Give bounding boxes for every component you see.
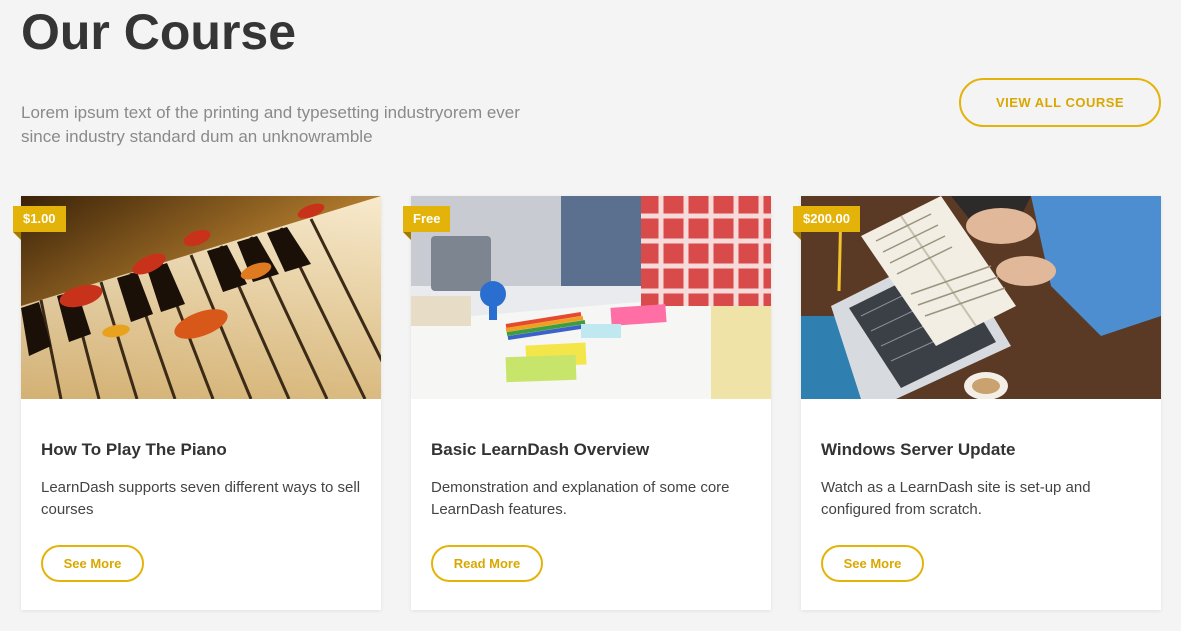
see-more-button[interactable]: See More: [41, 545, 144, 582]
course-image-piano[interactable]: [21, 196, 381, 399]
page-title: Our Course: [21, 4, 297, 60]
read-more-button[interactable]: Read More: [431, 545, 543, 582]
course-image-students[interactable]: [411, 196, 771, 399]
course-title[interactable]: Basic LearnDash Overview: [431, 440, 649, 460]
course-card: $200.00 Windows Server Update Watch as a…: [793, 196, 1161, 610]
price-badge: $1.00: [13, 206, 66, 240]
course-title[interactable]: Windows Server Update: [821, 440, 1015, 460]
course-card: Free Basic LearnDash Overview Demonstrat…: [403, 196, 771, 610]
section-intro: Lorem ipsum text of the printing and typ…: [21, 103, 520, 146]
price-badge: $200.00: [793, 206, 860, 240]
course-description: LearnDash supports seven different ways …: [41, 479, 361, 518]
course-card: $1.00 How To Play The Piano LearnDash su…: [13, 196, 381, 610]
course-description: Demonstration and explanation of some co…: [431, 479, 730, 518]
view-all-course-button[interactable]: VIEW ALL COURSE: [959, 78, 1161, 127]
course-description: Watch as a LearnDash site is set-up and …: [821, 479, 1091, 518]
course-title[interactable]: How To Play The Piano: [41, 440, 227, 460]
price-badge: Free: [403, 206, 451, 240]
see-more-button[interactable]: See More: [821, 545, 924, 582]
